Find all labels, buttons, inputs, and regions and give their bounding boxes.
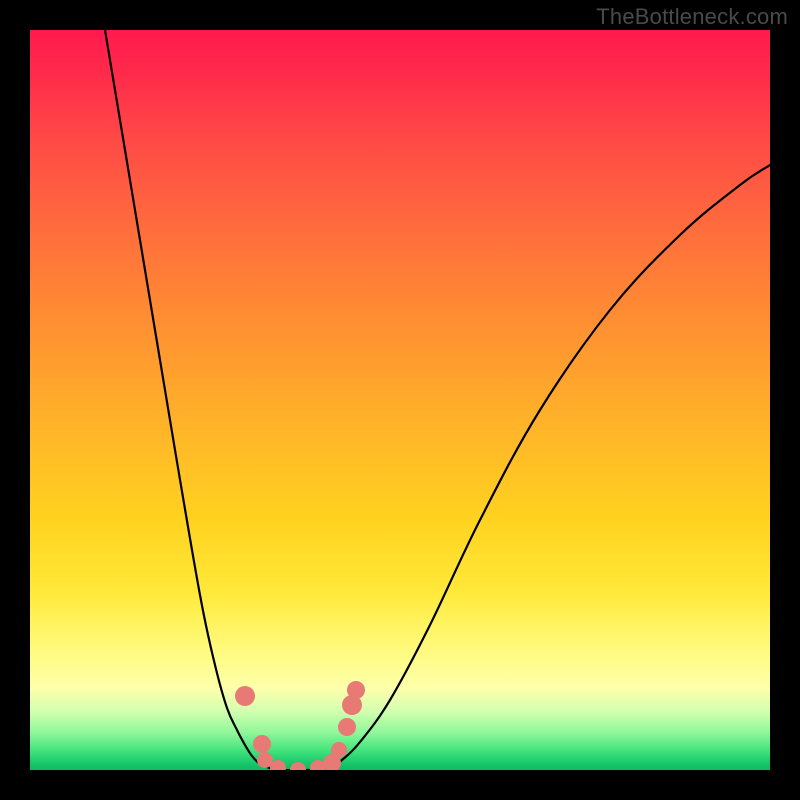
datapoint-dot [290,762,306,770]
bottleneck-curve [105,30,770,770]
chart-svg [30,30,770,770]
datapoint-dot [347,681,365,699]
datapoint-dot [253,735,271,753]
watermark-text: TheBottleneck.com [596,4,788,30]
datapoint-dot [235,686,255,706]
datapoint-dot [331,742,347,758]
chart-area [30,30,770,770]
datapoint-dot [338,718,356,736]
